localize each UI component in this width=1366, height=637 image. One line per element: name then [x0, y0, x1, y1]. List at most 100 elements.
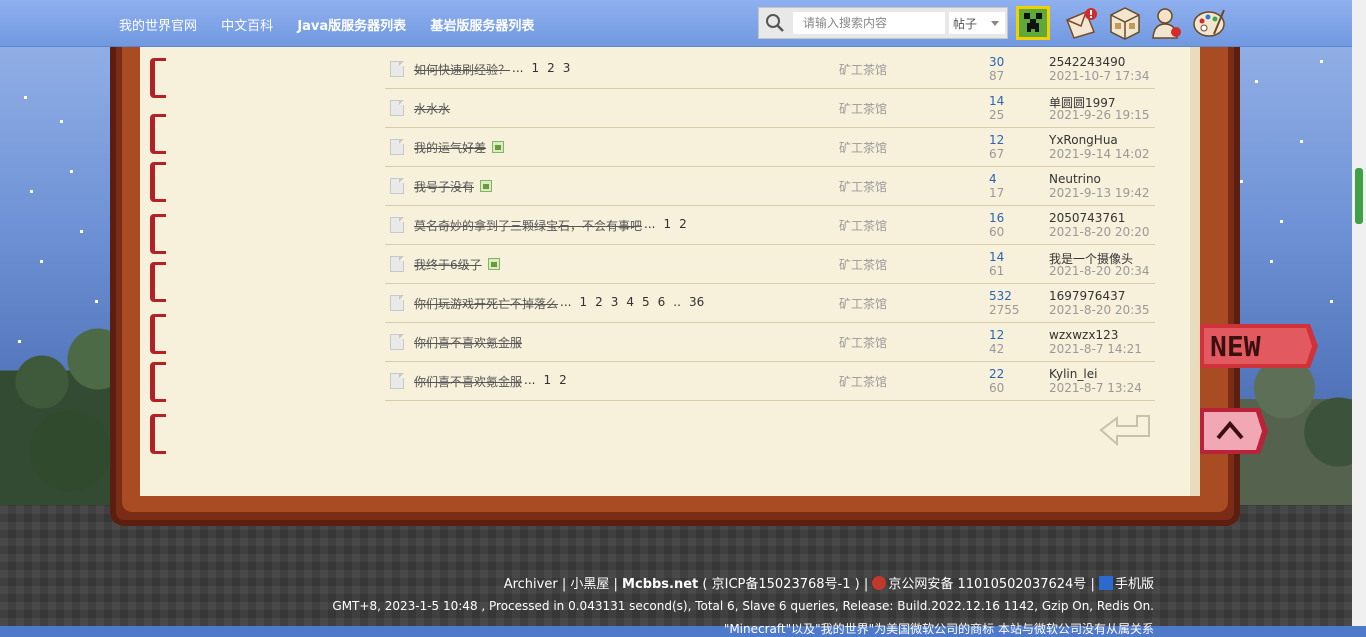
page-link[interactable]: 2: [559, 373, 567, 387]
thread-title[interactable]: 我号子没有: [414, 178, 474, 195]
thread-row[interactable]: 水水水 矿工茶馆 14 25 单圆圆1997 2021-9-26 19:15: [385, 89, 1155, 128]
thread-title[interactable]: 如何快速刷经验？: [414, 61, 510, 78]
thread-last-poster[interactable]: 2542243490: [1049, 55, 1125, 69]
page-link[interactable]: 4: [626, 295, 634, 309]
search-type-select[interactable]: 帖子: [949, 12, 1005, 34]
nav-link-wiki[interactable]: 中文百科: [221, 19, 273, 34]
thread-title[interactable]: 莫名奇妙的拿到了三颗绿宝石，不会有事吧: [414, 217, 642, 234]
thread-forum[interactable]: 矿工茶馆: [839, 178, 887, 195]
thread-forum[interactable]: 矿工茶馆: [839, 334, 887, 351]
binding-ring: [150, 414, 166, 454]
thread-view-count: 25: [989, 108, 1005, 122]
thread-last-post-date[interactable]: 2021-9-13 19:42: [1049, 186, 1150, 200]
title-ellipsis: ...: [560, 295, 572, 309]
thread-last-post-date[interactable]: 2021-8-20 20:20: [1049, 225, 1150, 239]
top-navigation-bar: 我的世界官网 中文百科 Java版服务器列表 基岩版服务器列表 帖子: [0, 0, 1352, 47]
nav-link-java-servers[interactable]: Java版服务器列表: [297, 19, 406, 34]
thread-row[interactable]: 我的运气好差 矿工茶馆 12 67 YxRongHua 2021-9-14 14:02: [385, 128, 1155, 167]
nav-link-bedrock-servers[interactable]: 基岩版服务器列表: [430, 19, 534, 34]
thread-forum[interactable]: 矿工茶馆: [839, 61, 887, 78]
thread-row[interactable]: 如何快速刷经验？ 矿工茶馆 30 87 2542243490 2021-10-7 17:3…: [385, 50, 1155, 89]
page-link[interactable]: 5: [642, 295, 650, 309]
snowflake: [1300, 140, 1303, 143]
thread-file-icon: [390, 295, 404, 311]
page-link[interactable]: 2: [547, 61, 555, 75]
search-input[interactable]: [793, 12, 945, 34]
user-profile-icon[interactable]: [1150, 6, 1184, 40]
thread-row[interactable]: 你们喜不喜欢氪金服 矿工茶馆 12 42 wzxwzx123 2021-8-7 14:21: [385, 323, 1155, 362]
thread-last-poster[interactable]: 1697976437: [1049, 289, 1125, 303]
nav-link-official[interactable]: 我的世界官网: [119, 19, 197, 34]
thread-row[interactable]: 我终于6级了 矿工茶馆 14 61 我是一个摄像头 2021-8-20 20:34: [385, 245, 1155, 284]
thread-last-poster[interactable]: Neutrino: [1049, 172, 1101, 186]
thread-forum[interactable]: 矿工茶馆: [839, 139, 887, 156]
page-scrollbar[interactable]: [1352, 0, 1366, 626]
footer-police-record[interactable]: 京公网安备 11010502037624号: [888, 577, 1086, 592]
page-link[interactable]: 6: [658, 295, 666, 309]
footer-link-xiaoheiwu[interactable]: 小黑屋: [570, 577, 609, 592]
thread-forum[interactable]: 矿工茶馆: [839, 295, 887, 312]
crafting-box-icon[interactable]: [1108, 6, 1142, 40]
thread-title[interactable]: 你们喜不喜欢氪金服: [414, 373, 522, 390]
image-attachment-icon: [492, 141, 504, 153]
thread-last-post-date[interactable]: 2021-9-14 14:02: [1049, 147, 1150, 161]
page-link[interactable]: 1: [543, 373, 551, 387]
thread-forum[interactable]: 矿工茶馆: [839, 373, 887, 390]
thread-last-post-date[interactable]: 2021-8-7 14:21: [1049, 342, 1142, 356]
back-to-top-button[interactable]: [1200, 406, 1268, 456]
thread-title[interactable]: 我的运气好差: [414, 139, 486, 156]
thread-last-post-date[interactable]: 2021-9-26 19:15: [1049, 108, 1150, 122]
image-attachment-icon: [480, 180, 492, 192]
thread-row[interactable]: 你们玩游戏开死亡不掉落么 矿工茶馆 532 2755 1697976437 2021-8-…: [385, 284, 1155, 323]
thread-last-poster[interactable]: 2050743761: [1049, 211, 1125, 225]
thread-page-links: ... 1 2: [524, 373, 575, 387]
footer-site-name[interactable]: Mcbbs.net: [622, 577, 698, 592]
page-link[interactable]: 2: [679, 217, 687, 231]
thread-last-poster[interactable]: YxRongHua: [1049, 133, 1118, 147]
back-arrow-icon[interactable]: [1097, 412, 1153, 446]
page-link[interactable]: 36: [689, 295, 704, 309]
thread-last-post-date[interactable]: 2021-8-20 20:35: [1049, 303, 1150, 317]
thread-last-post-date[interactable]: 2021-8-7 13:24: [1049, 381, 1142, 395]
new-thread-badge[interactable]: NEW: [1200, 320, 1318, 372]
thread-reply-count: 4: [989, 172, 997, 186]
thread-reply-count: 30: [989, 55, 1005, 69]
thread-forum[interactable]: 矿工茶馆: [839, 100, 887, 117]
thread-row[interactable]: 你们喜不喜欢氪金服 矿工茶馆 22 60 Kylin_lei 2021-8-7 13:24…: [385, 362, 1155, 401]
binding-ring: [150, 262, 166, 302]
page-link[interactable]: 2: [595, 295, 603, 309]
page-link[interactable]: 3: [611, 295, 619, 309]
mail-notification-icon[interactable]: [1064, 6, 1098, 40]
thread-title[interactable]: 水水水: [414, 100, 450, 117]
footer-link-archiver[interactable]: Archiver: [504, 577, 558, 592]
thread-row[interactable]: 莫名奇妙的拿到了三颗绿宝石，不会有事吧 矿工茶馆 16 60 2050743761 202…: [385, 206, 1155, 245]
snowflake: [60, 120, 63, 123]
thread-title[interactable]: 我终于6级了: [414, 256, 482, 273]
page-link: ..: [673, 295, 681, 309]
creeper-avatar-icon[interactable]: [1016, 6, 1050, 40]
binding-ring: [150, 214, 166, 254]
thread-view-count: 60: [989, 225, 1005, 239]
footer-icp[interactable]: ( 京ICP备15023768号-1 ): [702, 577, 859, 592]
search-icon[interactable]: [765, 13, 785, 33]
thread-last-post-date[interactable]: 2021-10-7 17:34: [1049, 69, 1150, 83]
snowflake: [1270, 260, 1273, 263]
page-link[interactable]: 3: [563, 61, 571, 75]
thread-last-post-date[interactable]: 2021-8-20 20:34: [1049, 264, 1150, 278]
footer-separator: |: [613, 577, 618, 592]
page-link[interactable]: 1: [531, 61, 539, 75]
palette-icon[interactable]: [1192, 6, 1226, 40]
thread-title[interactable]: 你们玩游戏开死亡不掉落么: [414, 295, 558, 312]
thread-title[interactable]: 你们喜不喜欢氪金服: [414, 334, 522, 351]
scrollbar-thumb[interactable]: [1355, 168, 1363, 224]
snowflake: [30, 190, 33, 193]
thread-forum[interactable]: 矿工茶馆: [839, 217, 887, 234]
thread-forum[interactable]: 矿工茶馆: [839, 256, 887, 273]
search-type-label: 帖子: [953, 17, 978, 31]
thread-last-poster[interactable]: Kylin_lei: [1049, 367, 1097, 381]
thread-row[interactable]: 我号子没有 矿工茶馆 4 17 Neutrino 2021-9-13 19:42: [385, 167, 1155, 206]
thread-last-poster[interactable]: wzxwzx123: [1049, 328, 1118, 342]
page-link[interactable]: 1: [663, 217, 671, 231]
page-link[interactable]: 1: [579, 295, 587, 309]
footer-mobile-link[interactable]: 手机版: [1115, 577, 1154, 592]
